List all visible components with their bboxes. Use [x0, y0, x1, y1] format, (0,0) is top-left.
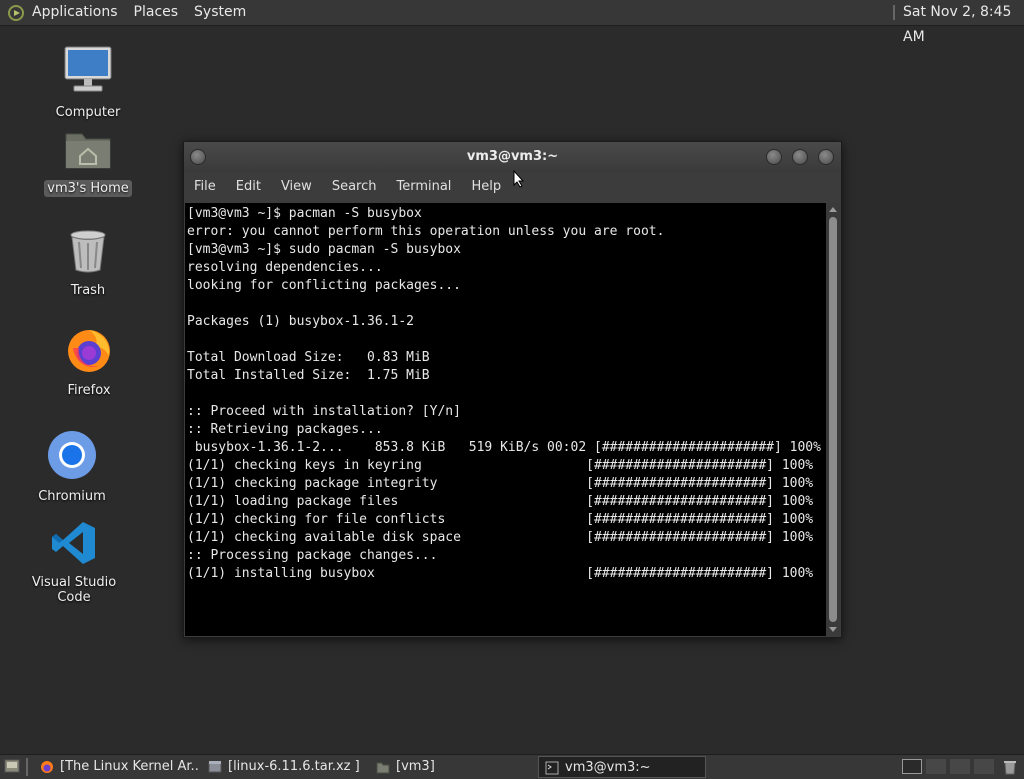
terminal-line: [vm3@vm3 ~]$ sudo pacman -S busybox: [187, 242, 461, 257]
terminal-line: :: Retrieving packages...: [187, 422, 383, 437]
bottom-taskbar: [The Linux Kernel Ar... [linux-6.11.6.ta…: [0, 754, 1024, 779]
firefox-icon: [68, 330, 110, 372]
window-menu-icon[interactable]: [190, 149, 206, 165]
menu-system[interactable]: System: [186, 0, 254, 25]
scrollbar-thumb[interactable]: [829, 217, 837, 622]
terminal-line: Total Download Size: 0.83 MiB: [187, 350, 430, 365]
terminal-line: [vm3@vm3 ~]$ pacman -S busybox: [187, 206, 422, 221]
minimize-button[interactable]: [766, 149, 782, 165]
terminal-line: :: Proceed with installation? [Y/n]: [187, 404, 461, 419]
task-firefox[interactable]: [The Linux Kernel Ar...: [34, 756, 200, 778]
taskbar-separator: [26, 758, 28, 776]
task-label: vm3@vm3:~: [565, 760, 651, 775]
menu-applications[interactable]: Applications: [24, 0, 126, 25]
terminal-line: :: Processing package changes...: [187, 548, 438, 563]
terminal-output[interactable]: [vm3@vm3 ~]$ pacman -S busybox error: you…: [185, 203, 826, 636]
window-title: vm3@vm3:~: [466, 149, 559, 164]
task-folder[interactable]: [vm3]: [370, 756, 536, 778]
scroll-down-icon[interactable]: [829, 625, 837, 633]
desktop-icon-home[interactable]: vm3's Home: [38, 126, 138, 197]
menu-edit[interactable]: Edit: [226, 172, 271, 202]
mouse-pointer-icon: [513, 170, 525, 188]
clock[interactable]: Sat Nov 2, 8:45 AM: [903, 0, 1024, 50]
desktop-icon-label: vm3's Home: [44, 180, 132, 197]
desktop-icon-label: Firefox: [67, 383, 111, 398]
trash-applet-icon[interactable]: [1002, 759, 1018, 775]
vscode-icon: [52, 522, 95, 564]
window-titlebar[interactable]: vm3@vm3:~: [184, 142, 841, 172]
menu-view[interactable]: View: [271, 172, 322, 202]
terminal-line: (1/1) checking available disk space [###…: [187, 530, 814, 545]
task-label: [The Linux Kernel Ar...: [60, 759, 200, 774]
terminal-line: (1/1) loading package files [###########…: [187, 494, 814, 509]
desktop-icon-label: Chromium: [38, 489, 106, 504]
panel-separator: [893, 5, 895, 20]
terminal-line: (1/1) checking keys in keyring [########…: [187, 458, 814, 473]
terminal-icon: [545, 761, 559, 775]
workspace-4[interactable]: [974, 759, 994, 774]
terminal-line: Packages (1) busybox-1.36.1-2: [187, 314, 414, 329]
desktop-icon-chromium[interactable]: Chromium: [22, 430, 122, 505]
workspace-1[interactable]: [902, 759, 922, 774]
terminal-line: resolving dependencies...: [187, 260, 383, 275]
terminal-line: (1/1) checking for file conflicts [#####…: [187, 512, 814, 527]
task-label: [vm3]: [396, 759, 435, 774]
scroll-up-icon[interactable]: [829, 206, 837, 214]
maximize-button[interactable]: [792, 149, 808, 165]
home-folder-icon: [65, 133, 111, 169]
chromium-icon: [48, 431, 96, 479]
terminal-line: error: you cannot perform this operation…: [187, 224, 665, 239]
applications-logo-icon[interactable]: [8, 4, 24, 21]
close-button[interactable]: [818, 149, 834, 165]
terminal-scrollbar[interactable]: [826, 203, 840, 636]
folder-icon: [376, 762, 390, 774]
terminal-line: (1/1) checking package integrity [######…: [187, 476, 814, 491]
computer-icon: [64, 46, 112, 92]
trash-icon: [70, 230, 106, 273]
terminal-window[interactable]: vm3@vm3:~ File Edit View Search Terminal…: [183, 141, 842, 638]
archive-icon: [208, 761, 222, 773]
workspace-3[interactable]: [950, 759, 970, 774]
terminal-line: looking for conflicting packages...: [187, 278, 461, 293]
desktop-icon-trash[interactable]: Trash: [38, 228, 138, 299]
menu-file[interactable]: File: [184, 172, 226, 202]
terminal-line: busybox-1.36.1-2... 853.8 KiB 519 KiB/s …: [187, 440, 821, 455]
desktop-icon-firefox[interactable]: Firefox: [39, 326, 139, 399]
desktop-icon-computer[interactable]: Computer: [38, 44, 138, 121]
desktop-icon-label: Trash: [70, 283, 106, 298]
top-panel: Applications Places System Sat Nov 2, 8:…: [0, 0, 1024, 45]
menu-terminal[interactable]: Terminal: [386, 172, 461, 202]
desktop-icon-vscode[interactable]: Visual Studio Code: [24, 520, 124, 606]
desktop-icon-label: Visual Studio Code: [31, 575, 117, 605]
task-label: [linux-6.11.6.tar.xz ]: [228, 759, 360, 774]
menu-places[interactable]: Places: [126, 0, 187, 25]
workspace-2[interactable]: [926, 759, 946, 774]
desktop-icon-label: Computer: [55, 105, 121, 120]
firefox-icon: [41, 761, 53, 773]
task-terminal[interactable]: vm3@vm3:~: [538, 756, 706, 778]
menu-search[interactable]: Search: [322, 172, 387, 202]
task-archive[interactable]: [linux-6.11.6.tar.xz ]: [202, 756, 368, 778]
terminal-line: (1/1) installing busybox [##############…: [187, 566, 814, 581]
menu-help[interactable]: Help: [461, 172, 511, 202]
show-desktop-icon[interactable]: [4, 759, 20, 773]
terminal-line: Total Installed Size: 1.75 MiB: [187, 368, 430, 383]
